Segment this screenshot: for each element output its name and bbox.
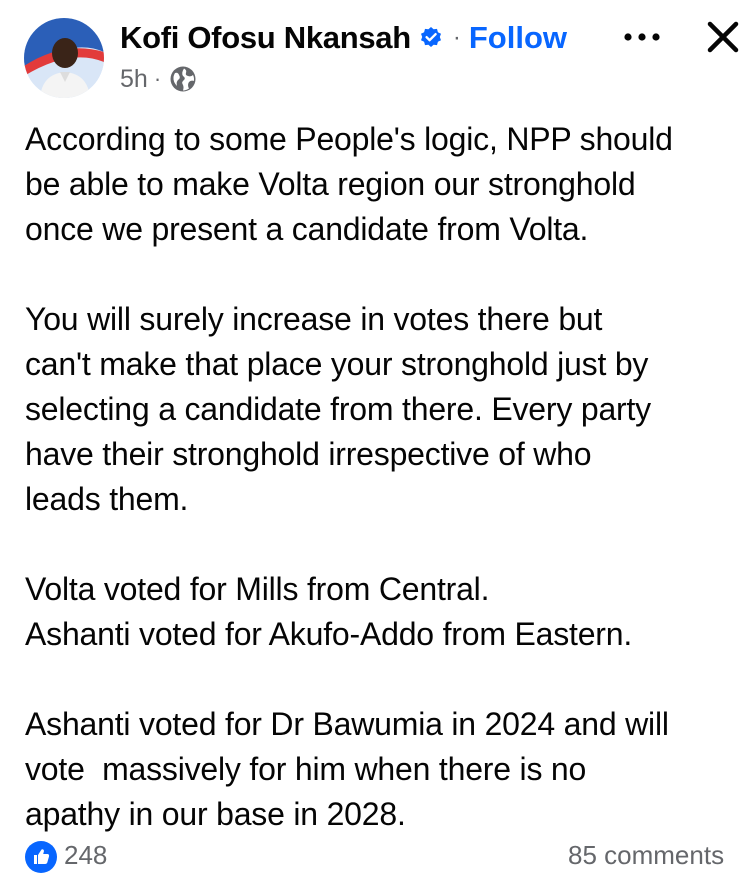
post-paragraph: Volta voted for Mills from Central. Asha…: [25, 567, 740, 657]
post-paragraph: According to some People's logic, NPP sh…: [25, 117, 740, 252]
post-header: Kofi Ofosu Nkansah · Follow 5h ·: [0, 0, 740, 110]
author-avatar[interactable]: [24, 18, 104, 98]
like-reaction-icon[interactable]: [25, 841, 57, 873]
post-line: Volta voted for Mills from Central.: [25, 571, 490, 607]
post-line: have their stronghold irrespective of wh…: [25, 436, 592, 472]
verified-badge-icon: [419, 26, 443, 50]
post-line: selecting a candidate from there. Every …: [25, 391, 651, 427]
post-paragraph: You will surely increase in votes there …: [25, 297, 740, 522]
author-name[interactable]: Kofi Ofosu Nkansah: [120, 20, 411, 56]
post-line: vote massively for him when there is no: [25, 751, 587, 787]
post-line: You will surely increase in votes there …: [25, 301, 603, 337]
post-body: According to some People's logic, NPP sh…: [25, 117, 740, 837]
post-line: be able to make Volta region our strongh…: [25, 166, 636, 202]
post-line: Ashanti voted for Dr Bawumia in 2024 and…: [25, 706, 669, 742]
post-line: leads them.: [25, 481, 189, 517]
reaction-count[interactable]: 248: [64, 840, 107, 871]
post-paragraph: Ashanti voted for Dr Bawumia in 2024 and…: [25, 702, 740, 837]
author-row: Kofi Ofosu Nkansah · Follow: [120, 18, 567, 58]
post-meta: 5h ·: [120, 62, 197, 96]
post-line: apathy in our base in 2028.: [25, 796, 406, 832]
close-icon[interactable]: [704, 18, 740, 56]
post-line: According to some People's logic, NPP sh…: [25, 121, 673, 157]
post-line: once we present a candidate from Volta.: [25, 211, 589, 247]
post-footer: 248 85 comments: [0, 836, 740, 879]
follow-button[interactable]: Follow: [469, 20, 567, 56]
more-options-icon[interactable]: [620, 22, 664, 52]
post-timestamp[interactable]: 5h: [120, 65, 148, 94]
meta-separator: ·: [153, 66, 162, 91]
comments-count[interactable]: 85 comments: [568, 840, 724, 871]
globe-icon: [169, 65, 197, 93]
separator-dot: ·: [452, 24, 461, 51]
post-line: Ashanti voted for Akufo-Addo from Easter…: [25, 616, 633, 652]
post-line: can't make that place your stronghold ju…: [25, 346, 649, 382]
